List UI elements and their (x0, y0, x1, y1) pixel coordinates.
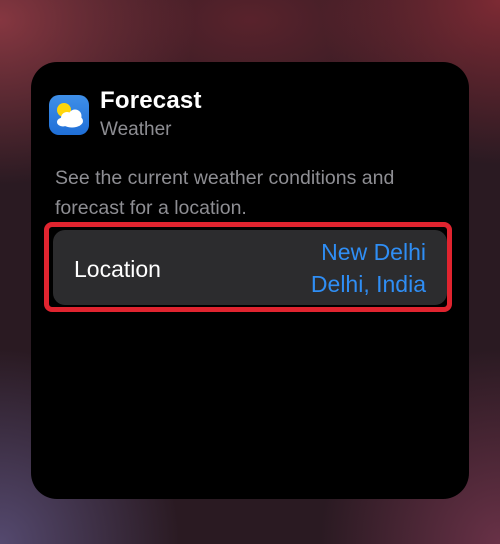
location-label: Location (74, 256, 161, 282)
location-region: Delhi, India (310, 271, 426, 297)
widget-subtitle: Weather (100, 119, 172, 140)
weather-app-icon (49, 95, 89, 135)
location-value-button[interactable]: New Delhi Delhi, India (311, 236, 426, 300)
widget-title: Forecast (100, 87, 202, 114)
location-city: New Delhi (321, 239, 426, 265)
forecast-widget-card: Forecast Weather See the current weather… (31, 62, 469, 499)
widget-description: See the current weather conditions and f… (55, 167, 395, 219)
location-parameter-row[interactable]: Location New Delhi Delhi, India (53, 230, 447, 305)
